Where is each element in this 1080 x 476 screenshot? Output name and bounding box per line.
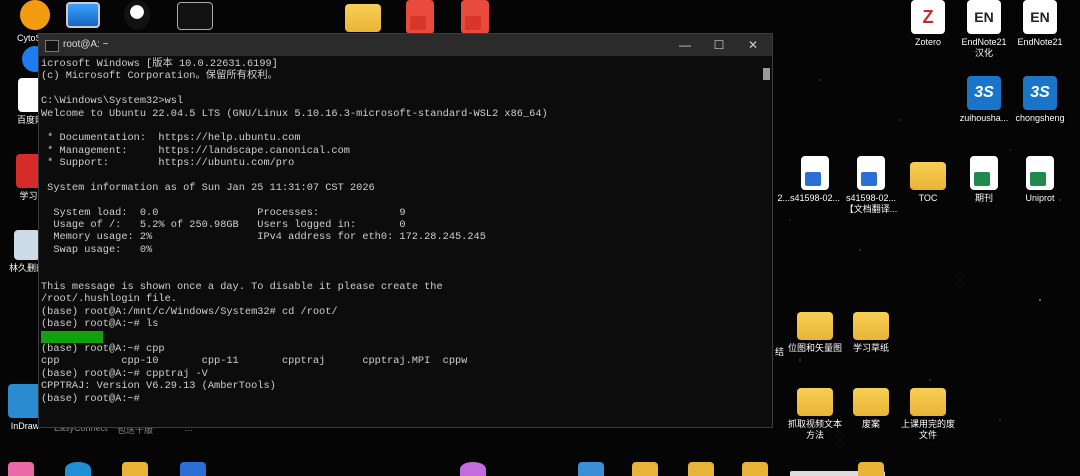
shangke-folder-icon[interactable]: 上课用完的废 文件 (893, 382, 963, 441)
terminal-line: * Support: https://ubuntu.com/pro (41, 157, 295, 170)
uniprot-sheet-label: Uniprot (1025, 193, 1055, 203)
folder-bottom-icon-5[interactable] (858, 462, 884, 476)
terminal-line: (base) root@A:~# cpptraj -V (41, 367, 208, 380)
endnote21-glyph: EN (1023, 0, 1057, 34)
folder-bottom-icon-4[interactable] (742, 462, 768, 476)
terminal-line: (base) root@A:/mnt/c/Windows/System32# c… (41, 305, 338, 318)
terminal-line: cpp cpp-10 cpp-11 cpptraj cpptraj.MPI cp… (41, 355, 468, 368)
endnote21-label: EndNote21 (1017, 37, 1063, 47)
chongsheng-label: chongsheng (1015, 113, 1065, 123)
zotero-glyph: Z (911, 0, 945, 34)
terminal-shortcut-icon[interactable] (160, 2, 230, 33)
terminal-window[interactable]: root@A: ~ — ☐ ✕ icrosoft Windows [版本 10.… (38, 33, 773, 428)
terminal-line: System information as of Sun Jan 25 11:3… (41, 181, 375, 194)
word-bottom-icon[interactable] (180, 462, 206, 476)
terminal-line: System load: 0.0 Processes: 9 (41, 206, 406, 219)
pdf-icon-2[interactable] (440, 0, 510, 37)
terminal-line: (base) root@A:~# (41, 392, 140, 405)
terminal-line: Memory usage: 2% IPv4 address for eth0: … (41, 231, 486, 244)
close-button[interactable]: ✕ (742, 37, 764, 53)
shangke-folder-label: 上课用完的废 文件 (900, 419, 955, 440)
terminal-line: miniforge3 (41, 330, 760, 343)
terminal-line: * Management: https://landscape.canonica… (41, 144, 350, 157)
folder-bottom-icon-1[interactable] (122, 462, 148, 476)
terminal-title: root@A: ~ (63, 39, 109, 50)
terminal-line: This message is shown once a day. To dis… (41, 281, 443, 294)
xuexi-caogao-folder-label: 学习草纸 (852, 343, 889, 353)
endnote21-icon[interactable]: EN EndNote21 (1005, 0, 1075, 48)
app-icon-pink[interactable] (8, 462, 34, 476)
terminal-app-icon (45, 40, 59, 52)
terminal-line: Welcome to Ubuntu 22.04.5 LTS (GNU/Linux… (41, 107, 548, 120)
chongsheng-icon[interactable]: 3S chongsheng (1005, 76, 1075, 124)
zuihousha-glyph: 3S (967, 76, 1001, 110)
terminal-line: C:\Windows\System32>wsl (41, 95, 184, 108)
terminal-titlebar[interactable]: root@A: ~ — ☐ ✕ (39, 34, 772, 56)
terminal-line: icrosoft Windows [版本 10.0.22631.6199] (41, 58, 278, 70)
app-icon-purple[interactable] (460, 462, 486, 476)
terminal-line: (base) root@A:~# ls (41, 318, 159, 331)
app-icon-blue[interactable] (578, 462, 604, 476)
terminal-output[interactable]: icrosoft Windows [版本 10.0.22631.6199] (c)… (39, 56, 760, 427)
terminal-line: * Documentation: https://help.ubuntu.com (41, 132, 301, 145)
folder-bottom-icon-3[interactable] (688, 462, 714, 476)
uniprot-sheet-icon[interactable]: Uniprot (1005, 156, 1075, 204)
terminal-scrollbar-thumb[interactable] (763, 68, 770, 80)
endnote21-cn-glyph: EN (967, 0, 1001, 34)
terminal-line: CPPTRAJ: Version V6.29.13 (AmberTools) (41, 380, 276, 393)
xuexi-caogao-folder-icon[interactable]: 学习草纸 (836, 306, 906, 354)
terminal-line: Usage of /: 5.2% of 250.98GB Users logge… (41, 219, 406, 232)
folder-bottom-icon-2[interactable] (632, 462, 658, 476)
terminal-line: /root/.hushlogin file. (41, 293, 177, 306)
maximize-button[interactable]: ☐ (708, 37, 730, 53)
edge-icon[interactable] (65, 462, 91, 476)
terminal-line: Swap usage: 0% (41, 243, 153, 256)
terminal-line: (base) root@A:~# cpp (41, 342, 165, 355)
chongsheng-glyph: 3S (1023, 76, 1057, 110)
minimize-button[interactable]: — (674, 37, 696, 53)
highlighted-directory: miniforge3 (41, 330, 103, 343)
terminal-line: (c) Microsoft Corporation。保留所有权利。 (41, 70, 278, 83)
